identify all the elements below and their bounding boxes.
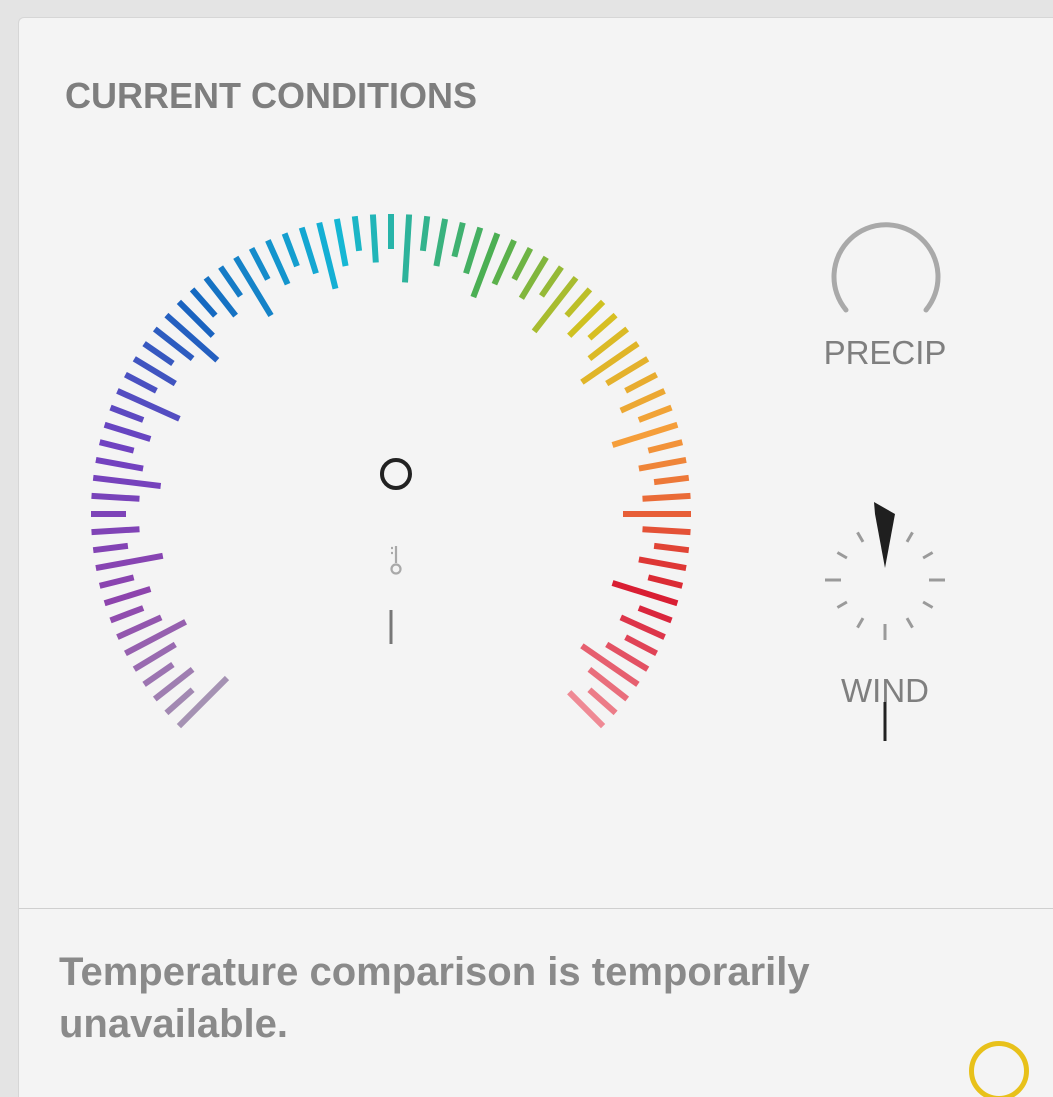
temperature-gauge-tick xyxy=(402,214,413,283)
wind-compass-tick xyxy=(856,531,865,543)
temperature-gauge-tick xyxy=(491,239,517,286)
temperature-gauge-tick xyxy=(116,614,163,640)
temperature-gauge-ticks xyxy=(91,214,691,729)
card-divider xyxy=(19,908,1053,909)
temperature-gauge-tick xyxy=(451,221,466,258)
wind-compass-tick xyxy=(905,531,914,543)
temperature-gauge-tick xyxy=(638,556,687,572)
precip-label: PRECIP xyxy=(824,334,947,371)
temperature-gauge-tick xyxy=(587,312,618,341)
temperature-gauge-tick xyxy=(281,232,300,268)
wind-compass-tick xyxy=(836,600,848,609)
thermometer-icon xyxy=(390,546,402,575)
temperature-gauge-tick xyxy=(333,218,349,267)
temperature-gauge-tick xyxy=(642,526,691,536)
temperature-gauge-tick xyxy=(142,662,175,687)
temperature-gauge-tick xyxy=(142,341,175,366)
wind-compass-tick xyxy=(922,551,934,560)
temperature-gauge-tick xyxy=(98,439,135,454)
temperature-gauge-tick xyxy=(647,439,684,454)
temperature-gauge-tick xyxy=(233,255,274,318)
temperature-gauge-tick xyxy=(103,586,152,607)
temperature-gauge-tick xyxy=(109,404,145,423)
temperature-gauge-tick xyxy=(298,226,319,275)
temperature-gauge-tick xyxy=(92,474,162,489)
temperature-gauge-tick xyxy=(189,287,218,318)
conditions-gauges: PRECIP WIND xyxy=(91,214,947,741)
yellow-ring-icon xyxy=(969,1041,1029,1097)
temperature-gauge-tick xyxy=(95,552,164,572)
temperature-gauge-tick xyxy=(248,247,271,281)
temperature-gauge-tick xyxy=(95,456,144,472)
temperature-gauge-tick xyxy=(539,265,564,298)
precip-ring-icon xyxy=(831,222,941,313)
wind-compass-tick xyxy=(922,600,934,609)
temperature-gauge-tick xyxy=(637,605,673,624)
temperature-gauge-tick xyxy=(91,526,140,536)
temperature-gauge-tick xyxy=(419,215,431,252)
temperature-gauge-tick xyxy=(564,287,593,318)
wind-compass-tick xyxy=(836,551,848,560)
temperature-gauge-tick xyxy=(92,542,129,554)
temperature-gauge-tick xyxy=(638,456,687,472)
temperature-comparison-message: Temperature comparison is temporarily un… xyxy=(59,950,810,1046)
temperature-gauge-tick xyxy=(611,580,679,607)
temperature-gauge-tick xyxy=(109,605,145,624)
temperature-gauge-tick xyxy=(316,221,339,290)
temperature-gauge-tick xyxy=(580,643,640,687)
temperature-gauge-tick xyxy=(619,388,666,414)
wind-compass-tick xyxy=(856,617,865,629)
temperature-gauge-tick xyxy=(511,247,534,281)
temperature-gauge-tick xyxy=(218,265,243,298)
temperature-gauge-tick xyxy=(433,218,449,267)
temperature-gauge-tick xyxy=(463,226,484,275)
temperature-gauge-tick xyxy=(164,312,220,363)
temperature-gauge-tick xyxy=(351,215,363,252)
temperature-gauge-tick xyxy=(637,404,673,423)
temperature-gauge-tick xyxy=(653,542,690,554)
temperature-gauge-tick xyxy=(619,614,666,640)
temperature-gauge-tick xyxy=(103,421,152,442)
wind-needle-icon xyxy=(874,502,895,568)
temperature-gauge-tick xyxy=(124,371,158,394)
temperature-gauge-tick xyxy=(624,371,658,394)
temperature-gauge-tick xyxy=(642,492,691,502)
temperature-value-indicator xyxy=(380,458,412,490)
temperature-gauge-tick xyxy=(176,675,230,729)
temperature-gauge-tick xyxy=(98,574,135,589)
temperature-gauge-tick xyxy=(653,474,690,486)
temperature-gauge-tick xyxy=(265,239,291,286)
temperature-gauge-tick xyxy=(369,214,379,263)
temperature-gauge-tick xyxy=(611,421,679,448)
temperature-gauge-tick xyxy=(580,341,640,385)
temperature-gauge-tick xyxy=(91,492,140,502)
temperature-gauge-tick xyxy=(587,687,618,716)
temperature-gauge-tick xyxy=(531,275,579,334)
temperature-gauge-tick xyxy=(164,687,195,716)
temperature-gauge-tick xyxy=(647,574,684,589)
current-conditions-card: CURRENT CONDITIONS PRECIP WIND Temperatu… xyxy=(18,17,1053,1097)
temperature-gauge-tick xyxy=(624,634,658,657)
wind-compass-tick xyxy=(905,617,914,629)
